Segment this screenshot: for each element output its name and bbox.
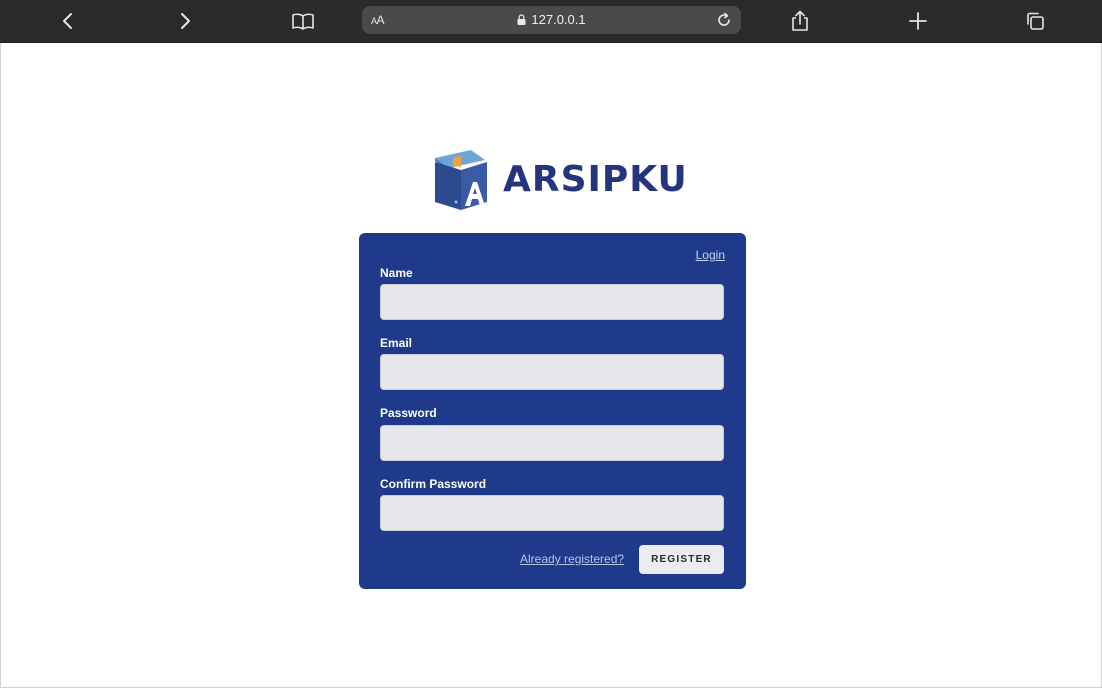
brand: ARSIPKU (431, 146, 688, 212)
url-text: 127.0.0.1 (531, 12, 586, 27)
password-input[interactable] (380, 425, 724, 461)
tabs-button[interactable] (1019, 6, 1051, 36)
name-label: Name (380, 266, 413, 280)
back-button[interactable] (52, 6, 84, 36)
already-registered-link[interactable]: Already registered? (520, 552, 624, 566)
reload-icon (718, 12, 730, 26)
brand-name: ARSIPKU (503, 158, 688, 200)
back-icon (63, 13, 72, 29)
register-form: Login Name Email Password Confirm Passwo… (359, 233, 746, 589)
register-button[interactable]: REGISTER (639, 545, 724, 574)
confirm-password-label: Confirm Password (380, 477, 487, 491)
forward-button[interactable] (169, 6, 201, 36)
new-tab-icon (909, 12, 927, 30)
share-button[interactable] (784, 6, 816, 36)
name-input[interactable] (380, 284, 724, 320)
new-tab-button[interactable] (902, 6, 934, 36)
login-link[interactable]: Login (696, 248, 725, 262)
password-label: Password (380, 406, 437, 420)
browser-toolbar: AA 127.0.0.1 (0, 0, 1102, 43)
address-bar[interactable]: AA 127.0.0.1 (362, 6, 741, 34)
share-icon (792, 10, 808, 31)
forward-icon (181, 13, 190, 29)
bookmarks-icon (292, 13, 314, 30)
email-input[interactable] (380, 354, 724, 390)
page-content: ARSIPKU Login Name Email Password Confir… (0, 43, 1102, 688)
tabs-icon (1027, 12, 1044, 30)
bookmarks-button[interactable] (287, 6, 319, 36)
reload-button[interactable] (713, 9, 735, 31)
url-display[interactable]: 127.0.0.1 (362, 12, 741, 27)
archive-box-logo-icon (435, 150, 487, 210)
lock-icon (517, 14, 526, 25)
email-label: Email (380, 336, 413, 350)
confirm-password-input[interactable] (380, 495, 724, 531)
